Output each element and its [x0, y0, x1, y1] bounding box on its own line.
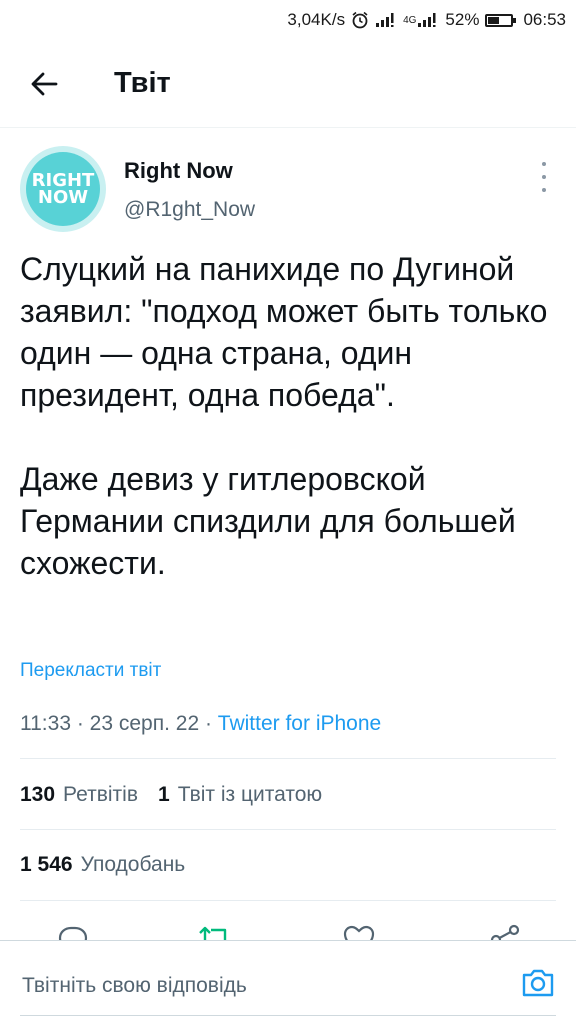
like-stats: 1 546 Уподобань	[20, 853, 185, 877]
divider	[20, 829, 556, 830]
reply-input[interactable]: Твітніть свою відповідь	[22, 974, 247, 998]
retweet-stats: 130 Ретвітів 1 Твіт із цитатою	[20, 783, 322, 807]
arrow-left-icon	[31, 72, 58, 95]
tweet-date[interactable]: 23 серп. 22	[90, 712, 199, 735]
retweets-stat[interactable]: 130 Ретвітів	[20, 783, 138, 807]
page-title: Твіт	[114, 67, 171, 99]
battery-icon	[485, 13, 517, 27]
avatar-logo-line2: NOW	[37, 187, 89, 208]
avatar[interactable]: RIGHT NOW	[20, 146, 106, 232]
translate-tweet-link[interactable]: Перекласти твіт	[20, 660, 161, 682]
reply-input-underline	[20, 1015, 556, 1016]
avatar-logo: RIGHT NOW	[26, 152, 100, 226]
retweets-count: 130	[20, 783, 56, 806]
status-bar: 3,04K/s 4G 52% 06:53	[0, 0, 576, 40]
camera-icon	[522, 969, 554, 997]
divider	[20, 758, 556, 759]
tweet-text: Слуцкий на панихиде по Дугиной заявил: "…	[20, 251, 548, 581]
tweet-time[interactable]: 11:33	[20, 712, 71, 735]
tweet-source[interactable]: Twitter for iPhone	[218, 712, 381, 735]
tweet-meta: 11:33 · 23 серп. 22 · Twitter for iPhone	[20, 712, 382, 735]
network-speed: 3,04K/s	[287, 10, 346, 29]
alarm-icon	[351, 11, 369, 29]
back-button[interactable]	[14, 54, 74, 114]
battery-percent: 52%	[445, 10, 480, 29]
top-app-bar: Твіт	[0, 40, 576, 128]
signal-4g-icon: 4G	[403, 12, 439, 28]
tweet-author: RIGHT NOW Right Now @R1ght_Now	[0, 128, 576, 232]
more-vertical-icon	[542, 162, 546, 166]
likes-stat[interactable]: 1 546 Уподобань	[20, 853, 185, 877]
more-options-button[interactable]	[534, 162, 554, 192]
clock: 06:53	[523, 10, 566, 29]
tweet-detail: RIGHT NOW Right Now @R1ght_Now Слуцкий н…	[0, 128, 576, 735]
network-label: 4G	[403, 14, 417, 26]
divider	[20, 900, 556, 901]
quotes-count: 1	[158, 783, 170, 806]
camera-button[interactable]	[520, 965, 556, 1001]
signal-icon	[375, 12, 397, 28]
reply-composer: Твітніть свою відповідь	[0, 940, 576, 1024]
likes-label: Уподобань	[80, 853, 186, 876]
likes-count: 1 546	[20, 853, 73, 876]
author-display-name[interactable]: Right Now	[124, 158, 233, 184]
quotes-stat[interactable]: 1 Твіт із цитатою	[158, 783, 322, 807]
quotes-label: Твіт із цитатою	[177, 783, 323, 806]
author-handle[interactable]: @R1ght_Now	[124, 198, 255, 222]
retweets-label: Ретвітів	[63, 783, 138, 806]
